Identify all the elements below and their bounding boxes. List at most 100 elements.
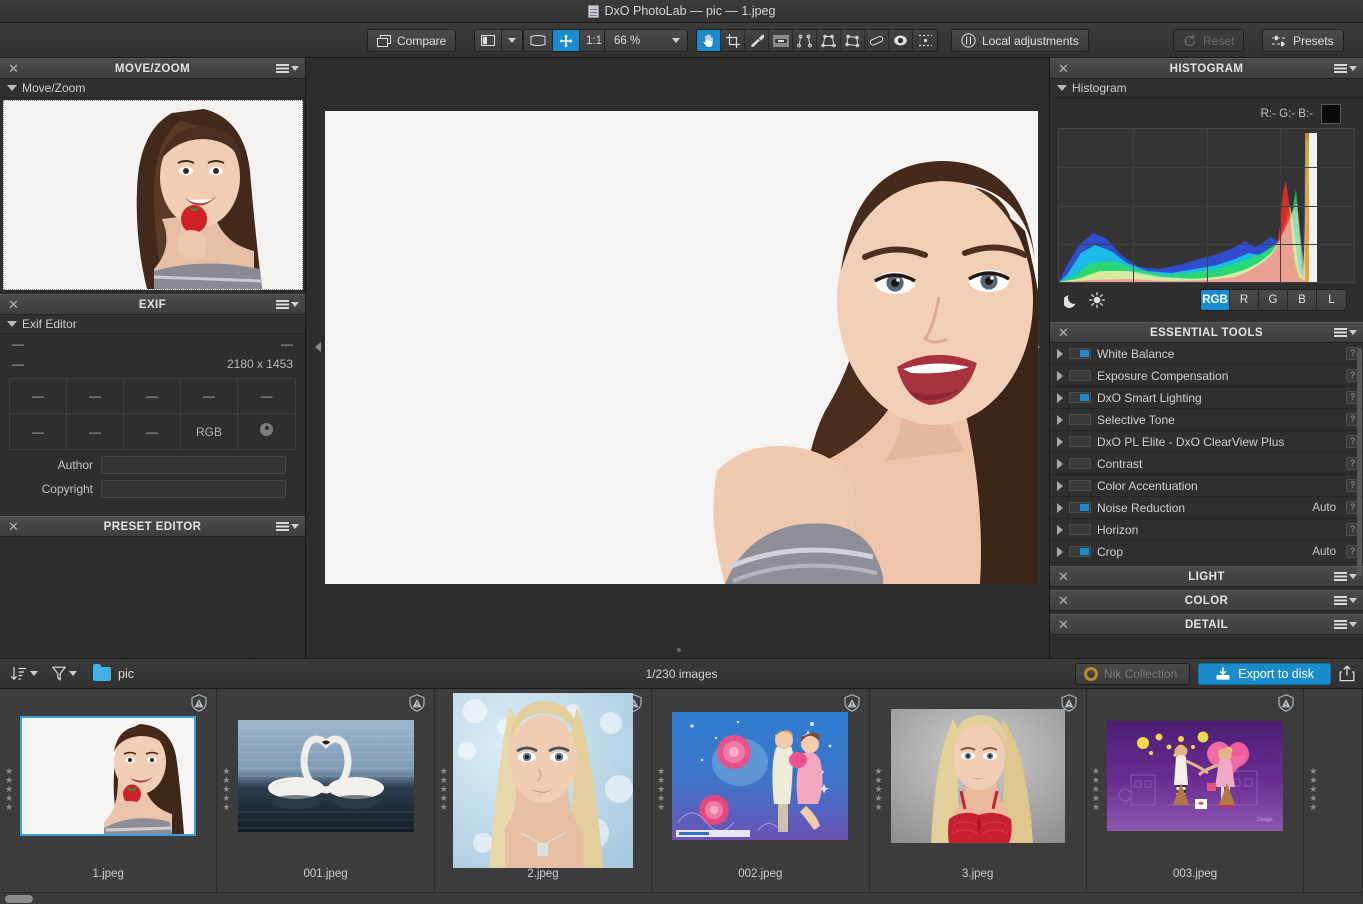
- exif-copyright-input[interactable]: [101, 480, 286, 498]
- exif-author-input[interactable]: [101, 456, 286, 474]
- filmstrip-item[interactable]: ★ ★ ★ ★ ★: [652, 689, 870, 892]
- moon-icon[interactable]: [1058, 290, 1084, 310]
- preset-editor-panel-header[interactable]: ✕ PRESET EDITOR: [0, 516, 305, 537]
- tool-row-horizon[interactable]: Horizon ?: [1050, 519, 1363, 541]
- filter-control[interactable]: [52, 666, 77, 681]
- histogram-channel-selector[interactable]: RGB R G B L: [1200, 289, 1347, 311]
- chevron-right-icon[interactable]: [1057, 414, 1063, 425]
- color-panel-header[interactable]: ✕ COLOR: [1050, 590, 1363, 611]
- exif-panel-header[interactable]: ✕ EXIF: [0, 294, 305, 315]
- navigator-thumbnail[interactable]: [3, 100, 303, 290]
- thumbnail-image[interactable]: [452, 692, 633, 868]
- repair-tool-icon[interactable]: [865, 30, 889, 51]
- chevron-right-icon[interactable]: [1057, 436, 1063, 447]
- move-zoom-section[interactable]: Move/Zoom: [0, 79, 305, 98]
- tool-row-noise-reduction[interactable]: Noise Reduction Auto ?: [1050, 497, 1363, 519]
- reset-button[interactable]: Reset: [1173, 29, 1245, 52]
- panel-menu-icon[interactable]: [276, 64, 299, 73]
- toggle-noise-reduction[interactable]: [1069, 502, 1091, 513]
- filmstrip-item[interactable]: ★ ★ ★ ★ ★: [1087, 689, 1305, 892]
- chevron-down-icon[interactable]: [30, 671, 38, 676]
- chevron-right-icon[interactable]: [1057, 348, 1063, 359]
- filmstrip-item[interactable]: ★ ★ ★ ★ ★: [217, 689, 435, 892]
- channel-b-button[interactable]: B: [1288, 290, 1317, 310]
- presets-button[interactable]: Presets: [1262, 29, 1344, 52]
- toggle-horizon[interactable]: [1069, 524, 1091, 535]
- share-button[interactable]: [1339, 665, 1355, 682]
- toggle-white-balance[interactable]: [1069, 348, 1091, 359]
- close-icon[interactable]: ✕: [8, 297, 19, 313]
- zoom-level-selector[interactable]: 66 %: [604, 29, 688, 52]
- eyedropper-tool-icon[interactable]: [745, 30, 769, 51]
- exif-cell-geolocation[interactable]: [238, 414, 295, 449]
- toggle-contrast[interactable]: [1069, 458, 1091, 469]
- editing-tools-strip[interactable]: [696, 29, 938, 52]
- zoom-level-value[interactable]: 66 %: [605, 30, 665, 51]
- collapse-left-panel-icon[interactable]: [315, 342, 321, 352]
- close-icon[interactable]: ✕: [8, 519, 19, 535]
- chevron-right-icon[interactable]: [1057, 546, 1063, 557]
- essential-tools-panel-header[interactable]: ✕ ESSENTIAL TOOLS: [1050, 322, 1363, 343]
- chevron-right-icon[interactable]: [1057, 524, 1063, 535]
- chevron-right-icon[interactable]: [1057, 458, 1063, 469]
- split-view-icon[interactable]: [475, 30, 502, 51]
- close-icon[interactable]: ✕: [1058, 325, 1069, 341]
- red-eye-tool-icon[interactable]: [889, 30, 913, 51]
- thumbnail-image[interactable]: [237, 720, 414, 832]
- close-icon[interactable]: ✕: [8, 61, 19, 77]
- channel-l-button[interactable]: L: [1317, 290, 1346, 310]
- detail-panel-header[interactable]: ✕ DETAIL: [1050, 614, 1363, 635]
- toggle-dxo-smart-lighting[interactable]: [1069, 392, 1091, 403]
- filmstrip[interactable]: ★ ★ ★ ★ ★ 1.jpeg ★ ★ ★ ★ ★ 001.jpeg ★ ★ …: [0, 689, 1363, 892]
- toggle-crop[interactable]: [1069, 546, 1091, 557]
- toggle-dxo-clearview-plus[interactable]: [1069, 436, 1091, 447]
- panel-menu-icon[interactable]: [1334, 328, 1357, 337]
- tool-row-dxo-smart-lighting[interactable]: DxO Smart Lighting ?: [1050, 387, 1363, 409]
- chevron-right-icon[interactable]: [1057, 502, 1063, 513]
- panel-menu-icon[interactable]: [276, 522, 299, 531]
- chevron-right-icon[interactable]: [1057, 392, 1063, 403]
- panel-menu-icon[interactable]: [1334, 620, 1357, 629]
- chevron-down-icon[interactable]: [69, 671, 77, 676]
- perspective-parallel-icon[interactable]: [793, 30, 817, 51]
- tool-row-contrast[interactable]: Contrast ?: [1050, 453, 1363, 475]
- histogram-section[interactable]: Histogram: [1050, 79, 1363, 98]
- close-icon[interactable]: ✕: [1058, 61, 1069, 77]
- filmstrip-item[interactable]: ★ ★ ★ ★ ★: [435, 689, 653, 892]
- move-zoom-panel-header[interactable]: ✕ MOVE/ZOOM: [0, 58, 305, 79]
- sun-icon[interactable]: [1084, 290, 1110, 310]
- main-image-preview[interactable]: [325, 111, 1038, 584]
- channel-g-button[interactable]: G: [1259, 290, 1288, 310]
- chevron-right-icon[interactable]: [1057, 480, 1063, 491]
- image-canvas[interactable]: [307, 58, 1048, 658]
- chevron-right-icon[interactable]: [1057, 370, 1063, 381]
- toggle-color-accentuation[interactable]: [1069, 480, 1091, 491]
- tool-row-exposure-compensation[interactable]: Exposure Compensation ?: [1050, 365, 1363, 387]
- local-adjustment-mask-icon[interactable]: [913, 30, 937, 51]
- sort-control[interactable]: [10, 666, 38, 681]
- perspective-rectangle-icon[interactable]: [817, 30, 841, 51]
- channel-r-button[interactable]: R: [1230, 290, 1259, 310]
- filmstrip-item-partial[interactable]: ★ ★ ★ ★ ★: [1304, 689, 1363, 892]
- thumbnail-image[interactable]: [890, 709, 1065, 843]
- thumbnail-image[interactable]: [672, 712, 849, 840]
- local-adjustments-button[interactable]: Local adjustments: [951, 29, 1089, 52]
- tool-row-white-balance[interactable]: White Balance ?: [1050, 343, 1363, 365]
- horizon-tool-icon[interactable]: [769, 30, 793, 51]
- export-to-disk-button[interactable]: Export to disk: [1198, 662, 1331, 685]
- toggle-selective-tone[interactable]: [1069, 414, 1091, 425]
- nik-collection-button[interactable]: Nik Collection: [1074, 662, 1191, 685]
- tool-row-selective-tone[interactable]: Selective Tone ?: [1050, 409, 1363, 431]
- tool-row-crop[interactable]: Crop Auto ?: [1050, 541, 1363, 563]
- panel-menu-icon[interactable]: [1334, 572, 1357, 581]
- panel-menu-icon[interactable]: [1334, 64, 1357, 73]
- toggle-exposure-compensation[interactable]: [1069, 370, 1091, 381]
- right-panel-scrollbar[interactable]: [1357, 348, 1362, 576]
- panel-menu-icon[interactable]: [276, 300, 299, 309]
- star-rating[interactable]: ★ ★ ★ ★ ★: [1309, 767, 1317, 812]
- view-mode-selector[interactable]: [474, 29, 523, 52]
- zoom-level-dropdown[interactable]: [665, 30, 687, 51]
- panel-menu-icon[interactable]: [1334, 596, 1357, 605]
- tool-row-color-accentuation[interactable]: Color Accentuation ?: [1050, 475, 1363, 497]
- close-icon[interactable]: ✕: [1058, 593, 1069, 609]
